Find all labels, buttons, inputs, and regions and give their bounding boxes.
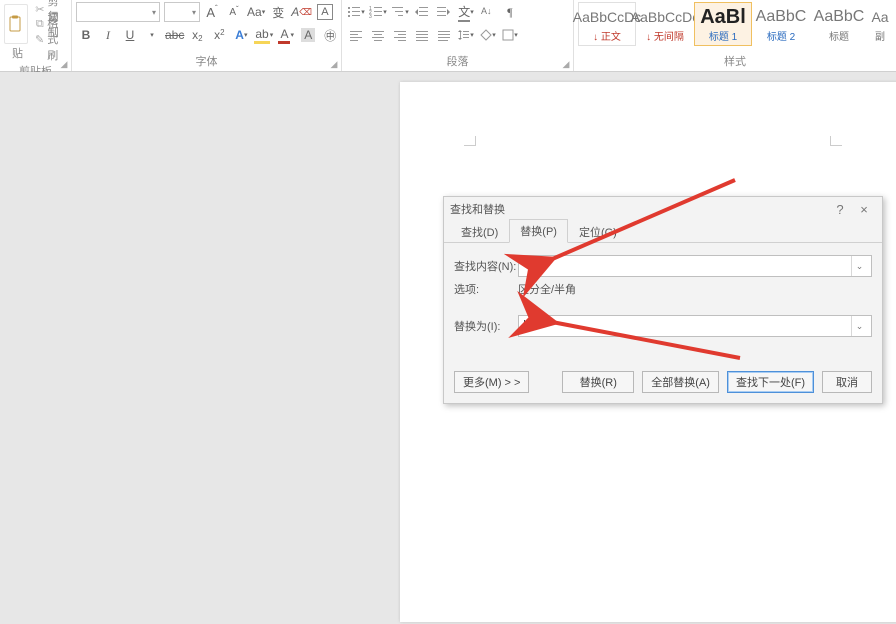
dialog-title-text: 查找和替换 bbox=[450, 201, 505, 217]
options-value: 区分全/半角 bbox=[518, 281, 872, 297]
change-case-button[interactable]: Aa▾ bbox=[247, 3, 265, 21]
italic-button[interactable]: I bbox=[99, 26, 117, 44]
find-next-button[interactable]: 查找下一处(F) bbox=[727, 371, 814, 393]
svg-text:A↓: A↓ bbox=[481, 6, 492, 16]
enclosed-char-button[interactable]: ㊥ bbox=[321, 26, 339, 44]
caret-down-icon: ▾ bbox=[152, 8, 156, 17]
replace-input[interactable]: ⌄ bbox=[518, 315, 872, 337]
font-name-combo[interactable]: ▾ bbox=[76, 2, 160, 22]
align-justify-button[interactable] bbox=[413, 26, 431, 44]
phonetic-guide-button[interactable]: 变 bbox=[269, 3, 287, 21]
find-dropdown-icon[interactable]: ⌄ bbox=[851, 256, 867, 276]
decrease-indent-button[interactable] bbox=[413, 3, 431, 21]
dialog-titlebar[interactable]: 查找和替换 ? × bbox=[444, 197, 882, 221]
ribbon: 贴 ✂剪切 ⧉复制 ✎格式刷 剪贴板 ◢ ▾ ▾ Aˆ Aˇ Aa▾ 变 A⌫ … bbox=[0, 0, 896, 72]
scissors-icon: ✂ bbox=[35, 4, 45, 15]
cancel-button[interactable]: 取消 bbox=[822, 371, 872, 393]
group-clipboard: 贴 ✂剪切 ⧉复制 ✎格式刷 剪贴板 ◢ bbox=[0, 0, 72, 71]
clipboard-launcher-icon[interactable]: ◢ bbox=[59, 59, 69, 69]
group-label-font: 字体 bbox=[76, 51, 337, 71]
paragraph-launcher-icon[interactable]: ◢ bbox=[561, 59, 571, 69]
find-input[interactable]: ^b ⌄ bbox=[518, 255, 872, 277]
char-shading-button[interactable]: A bbox=[299, 26, 317, 44]
line-spacing-button[interactable]: ▾ bbox=[457, 26, 475, 44]
dialog-tabs: 查找(D) 替换(P) 定位(G) bbox=[444, 221, 882, 243]
caret-down-icon: ▾ bbox=[192, 8, 196, 17]
find-input-value: ^b bbox=[523, 260, 534, 272]
help-button[interactable]: ? bbox=[828, 202, 852, 217]
grow-font-button[interactable]: Aˆ bbox=[203, 3, 221, 21]
style-heading2[interactable]: AaBbC 标题 2 bbox=[752, 2, 810, 46]
align-left-button[interactable] bbox=[347, 26, 365, 44]
bullets-button[interactable]: ▾ bbox=[347, 3, 365, 21]
multilevel-list-button[interactable]: ▾ bbox=[391, 3, 409, 21]
font-color-button[interactable]: A▾ bbox=[277, 26, 295, 44]
superscript-button[interactable]: x2 bbox=[210, 26, 228, 44]
font-launcher-icon[interactable]: ◢ bbox=[329, 59, 339, 69]
paste-label: 贴 bbox=[12, 45, 23, 61]
underline-button[interactable]: U bbox=[121, 26, 139, 44]
replace-button[interactable]: 替换(R) bbox=[562, 371, 634, 393]
group-paragraph: ▾ 123▾ ▾ 文▾ A↓ ¶ ▾ ▾ ▾ 段落 ◢ bbox=[342, 0, 574, 71]
format-painter-button[interactable]: ✎格式刷 bbox=[35, 32, 67, 46]
tab-find[interactable]: 查找(D) bbox=[450, 220, 509, 243]
group-label-styles: 样式 bbox=[578, 51, 892, 71]
style-subtitle[interactable]: Aa 副 bbox=[868, 2, 892, 46]
close-button[interactable]: × bbox=[852, 202, 876, 217]
find-label: 查找内容(N): bbox=[454, 258, 518, 274]
char-border-button[interactable]: A bbox=[316, 3, 334, 21]
text-effects-button[interactable]: A▾ bbox=[232, 26, 250, 44]
shading-fill-button[interactable]: ▾ bbox=[479, 26, 497, 44]
strike-button[interactable]: abc bbox=[165, 26, 184, 44]
svg-text:3: 3 bbox=[369, 14, 372, 18]
borders-button[interactable]: ▾ bbox=[501, 26, 519, 44]
options-label: 选项: bbox=[454, 281, 518, 297]
find-replace-dialog: 查找和替换 ? × 查找(D) 替换(P) 定位(G) 查找内容(N): ^b … bbox=[443, 196, 883, 404]
text-cursor-icon bbox=[524, 320, 525, 332]
replace-all-button[interactable]: 全部替换(A) bbox=[642, 371, 719, 393]
replace-dropdown-icon[interactable]: ⌄ bbox=[851, 316, 867, 336]
margin-mark-icon bbox=[830, 136, 842, 146]
tab-goto[interactable]: 定位(G) bbox=[568, 220, 628, 243]
replace-label: 替换为(I): bbox=[454, 318, 518, 334]
margin-mark-icon bbox=[464, 136, 476, 146]
clear-format-button[interactable]: A⌫ bbox=[291, 3, 312, 21]
tab-replace[interactable]: 替换(P) bbox=[509, 219, 568, 243]
align-center-button[interactable] bbox=[369, 26, 387, 44]
sort-button[interactable]: A↓ bbox=[479, 3, 497, 21]
brush-icon: ✎ bbox=[35, 34, 44, 45]
subscript-button[interactable]: x2 bbox=[188, 26, 206, 44]
copy-icon: ⧉ bbox=[35, 19, 45, 30]
align-right-button[interactable] bbox=[391, 26, 409, 44]
increase-indent-button[interactable] bbox=[435, 3, 453, 21]
more-button[interactable]: 更多(M) > > bbox=[454, 371, 529, 393]
bold-button[interactable]: B bbox=[77, 26, 95, 44]
shrink-font-button[interactable]: Aˇ bbox=[225, 3, 243, 21]
group-styles: AaBbCcDc ↓ 正文 AaBbCcDc ↓ 无间隔 AaBl 标题 1 A… bbox=[574, 0, 896, 71]
style-heading1[interactable]: AaBl 标题 1 bbox=[694, 2, 752, 46]
asian-layout-button[interactable]: 文▾ bbox=[457, 3, 475, 21]
style-normal[interactable]: AaBbCcDc ↓ 正文 bbox=[578, 2, 636, 46]
show-marks-button[interactable]: ¶ bbox=[501, 3, 519, 21]
highlight-button[interactable]: ab▾ bbox=[254, 26, 273, 44]
group-font: ▾ ▾ Aˆ Aˇ Aa▾ 变 A⌫ A B I U ▾ abc x2 x2 A… bbox=[72, 0, 342, 71]
align-distributed-button[interactable] bbox=[435, 26, 453, 44]
paste-button[interactable] bbox=[4, 4, 28, 44]
font-size-combo[interactable]: ▾ bbox=[164, 2, 200, 22]
style-nospacing[interactable]: AaBbCcDc ↓ 无间隔 bbox=[636, 2, 694, 46]
style-title[interactable]: AaBbC 标题 bbox=[810, 2, 868, 46]
group-label-paragraph: 段落 bbox=[346, 51, 569, 71]
style-gallery[interactable]: AaBbCcDc ↓ 正文 AaBbCcDc ↓ 无间隔 AaBl 标题 1 A… bbox=[578, 2, 892, 46]
numbering-button[interactable]: 123▾ bbox=[369, 3, 387, 21]
